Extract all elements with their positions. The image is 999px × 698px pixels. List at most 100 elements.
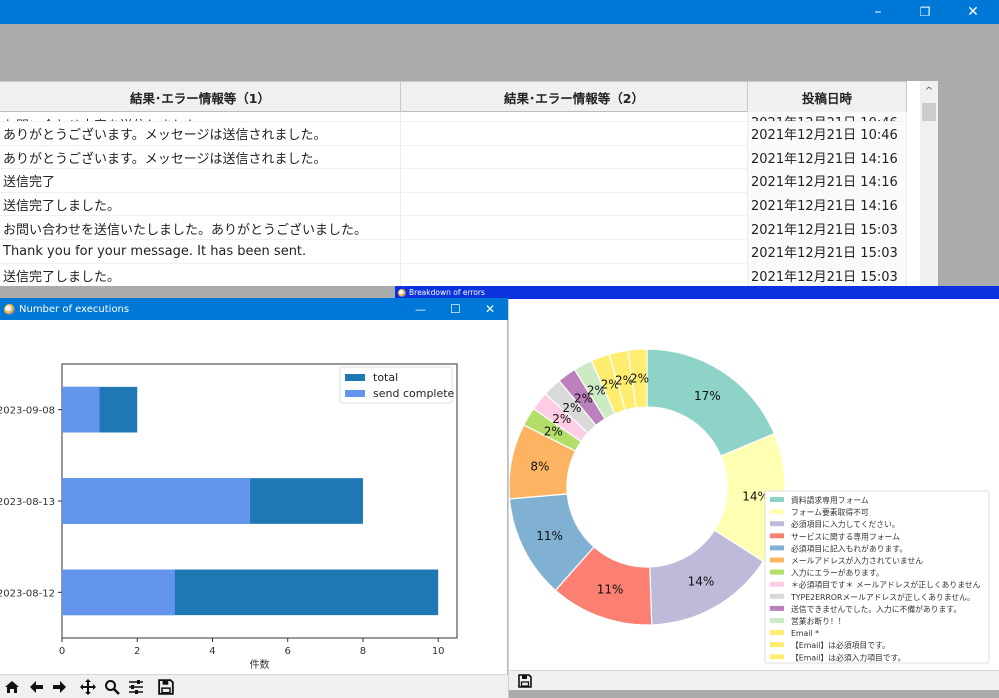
legend-swatch-6 <box>770 569 784 575</box>
legend-swatch-0 <box>770 497 784 502</box>
save-icon <box>158 678 174 695</box>
save-figure-button[interactable] <box>156 677 176 697</box>
table-row[interactable]: お問い合わせ内容を送信しました。 2021年12月21日 10:46 <box>0 112 907 122</box>
configure-subplots-button[interactable] <box>126 677 146 697</box>
legend-swatch-5 <box>770 557 784 563</box>
move-icon <box>80 678 96 695</box>
maximize-button[interactable]: ☐ <box>450 302 461 316</box>
legend-swatch-2 <box>770 521 784 527</box>
legend-label-13: 【Email】は必須入力項目です。 <box>791 652 905 662</box>
legend-swatch-10 <box>770 618 784 623</box>
legend-label-5: メールアドレスが入力されていません <box>791 556 923 566</box>
donut-data-label-0: 17% <box>694 389 721 403</box>
breakdown-window-title: Breakdown of errors <box>409 288 485 297</box>
pan-button[interactable] <box>78 677 98 697</box>
table-row[interactable]: お問い合わせを送信いたしました。ありがとうございました。 2021年12月21日 … <box>0 216 907 240</box>
x-tick-label: 10 <box>432 646 445 657</box>
home-button[interactable] <box>2 677 22 697</box>
legend-swatch-4 <box>770 545 784 551</box>
legend-label-10: 営業お断り！！ <box>791 616 846 626</box>
cell-post-date: 2021年12月21日 15:03 <box>748 239 907 264</box>
cell-result1: 送信完了しました。 <box>0 192 401 217</box>
legend-swatch-11 <box>770 630 784 636</box>
cell-result1: 送信完了 <box>0 169 401 193</box>
legend-label-8: TYPE2ERRORメールアドレスが正しくありません。 <box>790 592 975 602</box>
table-row[interactable]: 送信完了しました。 2021年12月21日 15:03 <box>0 263 907 286</box>
cell-result1: ありがとうございます。メッセージは送信されました。 <box>0 145 401 170</box>
x-tick-label: 4 <box>209 646 215 657</box>
cell-result2 <box>401 169 748 193</box>
table-row[interactable]: Thank you for your message. It has been … <box>0 239 907 264</box>
save-figure-button[interactable] <box>515 671 535 691</box>
forward-button[interactable] <box>50 677 70 697</box>
table-header: 結果･エラー情報等（1） 結果･エラー情報等（2） 投稿日時 <box>0 81 907 112</box>
legend-swatch-13 <box>770 654 784 660</box>
bar-chart: 2023-08-12 2023-08-13 2023-09-08 0 2 4 6 8 10 件数 t… <box>0 363 458 671</box>
cell-result1: ありがとうございます。メッセージは送信されました。 <box>0 122 401 146</box>
donut-data-label-5: 8% <box>530 459 549 473</box>
minimize-button[interactable]: – <box>855 0 901 24</box>
executions-window: Number of executions — ☐ ✕ 2023-08-12 202… <box>0 298 508 698</box>
legend-swatch-7 <box>770 581 784 587</box>
table-row[interactable]: 送信完了しました。 2021年12月21日 14:16 <box>0 192 907 217</box>
column-header-result2[interactable]: 結果･エラー情報等（2） <box>401 81 748 112</box>
cell-result1: お問い合わせ内容を送信しました。 <box>0 112 401 121</box>
legend-label-4: 必須項目に記入もれがあります。 <box>791 543 907 553</box>
x-tick-label: 0 <box>59 646 65 657</box>
restore-button[interactable]: ❐ <box>902 0 948 24</box>
legend-swatch-send-complete <box>345 390 365 397</box>
vertical-scrollbar[interactable]: ^ <box>920 81 938 286</box>
cell-text: 2021年12月21日 10:46 <box>751 112 898 121</box>
table-row[interactable]: ありがとうございます。メッセージは送信されました。 2021年12月21日 14:… <box>0 145 907 170</box>
x-tick-label: 6 <box>285 646 291 657</box>
home-icon <box>5 680 19 693</box>
donut-data-label-13: 2% <box>630 371 649 385</box>
cell-post-date: 2021年12月21日 14:16 <box>748 192 907 217</box>
arrow-right-icon <box>53 680 66 693</box>
legend-label-12: 【Email】は必須項目です。 <box>791 640 890 650</box>
donut-data-label-2: 14% <box>688 575 715 589</box>
breakdown-window-border <box>509 690 999 698</box>
legend-label-2: 必須項目に入力してください。 <box>791 519 900 529</box>
legend-label-0: 資料請求専用フォーム <box>791 495 869 505</box>
app-icon <box>4 303 15 315</box>
matplotlib-toolbar <box>0 674 508 698</box>
back-button[interactable] <box>26 677 46 697</box>
y-tick-label: 2023-08-12 <box>0 588 55 599</box>
cell-post-date: 2021年12月21日 14:16 <box>748 145 907 170</box>
cell-result1: 送信完了しました。 <box>0 263 401 286</box>
app-icon <box>398 288 406 297</box>
donut-data-label-4: 11% <box>536 529 563 543</box>
table-body: お問い合わせ内容を送信しました。 2021年12月21日 10:46 ありがとう… <box>0 112 907 286</box>
x-tick-label: 8 <box>360 646 366 657</box>
scroll-up-arrow-icon[interactable]: ^ <box>920 81 938 101</box>
sliders-icon <box>129 679 143 694</box>
legend-swatch-9 <box>770 605 784 611</box>
bar-send-complete-2023-08-13 <box>62 478 251 524</box>
column-header-post-date[interactable]: 投稿日時 <box>748 81 907 112</box>
executions-window-title: Number of executions <box>19 303 130 315</box>
cell-result1: Thank you for your message. It has been … <box>0 239 401 264</box>
close-button[interactable]: ✕ <box>485 302 495 316</box>
cell-result2 <box>401 112 748 121</box>
minimize-button[interactable]: — <box>415 303 426 316</box>
cell-result2 <box>401 216 748 240</box>
table-row[interactable]: 送信完了 2021年12月21日 14:16 <box>0 169 907 193</box>
breakdown-window: 17% 14% 14% 11% 11% 8% 2% 2% 2% 2% 2% 2% 2% 2% 資料請求専用フ… <box>508 299 999 698</box>
cell-result2 <box>401 145 748 170</box>
cell-result2 <box>401 122 748 146</box>
results-table: 結果･エラー情報等（1） 結果･エラー情報等（2） 投稿日時 お問い合わせ内容を… <box>0 81 938 286</box>
scrollbar-thumb[interactable] <box>922 103 936 121</box>
legend-label-1: フォーム要素取得不可 <box>791 507 869 517</box>
close-button[interactable]: ✕ <box>950 0 996 24</box>
cell-post-date: 2021年12月21日 10:46 <box>748 122 907 146</box>
zoom-button[interactable] <box>102 677 122 697</box>
main-window-titlebar: – ❐ ✕ <box>0 0 999 24</box>
column-header-result1[interactable]: 結果･エラー情報等（1） <box>0 81 401 112</box>
table-row[interactable]: ありがとうございます。メッセージは送信されました。 2021年12月21日 10:… <box>0 122 907 146</box>
cell-post-date: 2021年12月21日 10:46 <box>748 112 907 121</box>
save-icon <box>518 674 532 688</box>
donut-data-label-3: 11% <box>597 583 624 597</box>
legend-label-send-complete: send complete <box>373 387 455 400</box>
x-tick-label: 2 <box>134 646 140 657</box>
